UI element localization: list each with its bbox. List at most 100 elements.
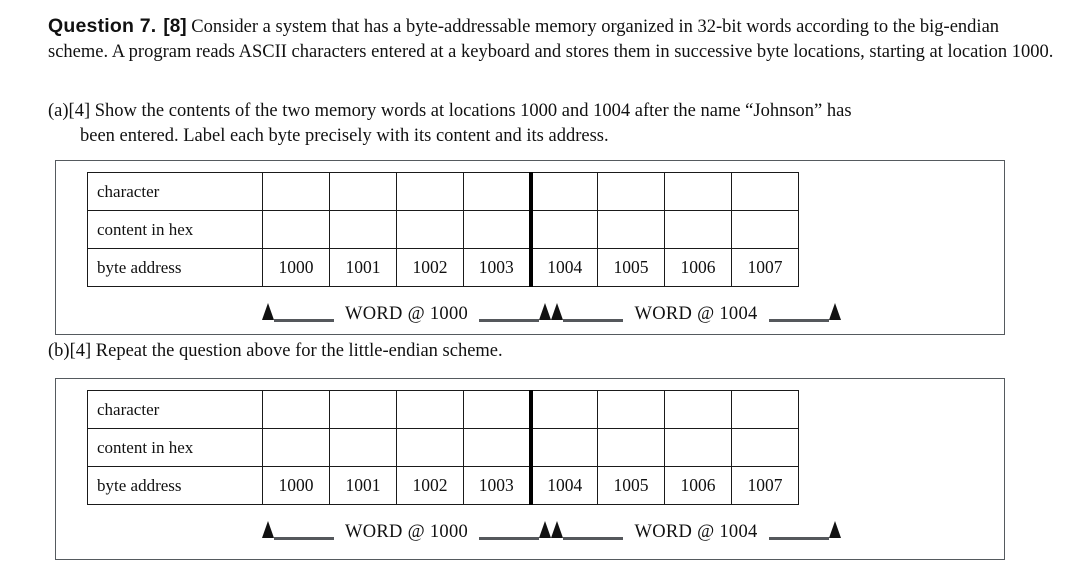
span-rule-right [768,536,830,540]
cell-character-4[interactable] [530,172,598,211]
span-rule-left [274,536,334,540]
arrow-up-icon [551,302,563,320]
word-label-1000: WORD @ 1000 [344,521,469,542]
span-rule-right [768,318,830,322]
cell-address-1: 1001 [329,248,397,287]
row-label-content-hex: content in hex [87,428,263,467]
cell-hex-4[interactable] [530,428,598,467]
row-label-character: character [87,172,263,211]
cell-address-5: 1005 [597,466,665,505]
word-annotation-strip-b: WORD @ 1000 WORD @ 1004 [87,516,857,548]
cell-address-0: 1000 [262,466,330,505]
word-span-1000-b: WORD @ 1000 [262,516,552,548]
part-a-text: Show the contents of the two memory word… [94,101,852,121]
arrow-up-icon [262,520,274,538]
part-b-prefix: (b)[4] [48,341,92,361]
cell-address-1: 1001 [329,466,397,505]
question-body: Consider a system that has a byte-addres… [48,17,1054,62]
word-annotation-strip-a: WORD @ 1000 WORD @ 1004 [87,298,857,330]
cell-hex-0[interactable] [262,428,330,467]
cell-address-7: 1007 [731,466,799,505]
cell-character-0[interactable] [262,390,330,429]
arrow-up-icon [539,520,552,538]
question-marks: [8] [163,16,187,37]
part-b-text: Repeat the question above for the little… [95,341,503,361]
question-prose: Question 7. [8] Consider a system that ha… [48,14,1063,65]
table-row-content-hex: content in hex [87,210,799,249]
cell-hex-6[interactable] [664,210,732,249]
cell-character-3[interactable] [463,172,533,211]
cell-character-1[interactable] [329,390,397,429]
span-rule-right [479,536,540,540]
span-rule-right [479,318,540,322]
cell-character-5[interactable] [597,390,665,429]
table-row-content-hex: content in hex [87,428,799,467]
table-row-character: character [87,172,799,211]
part-b: (b)[4] Repeat the question above for the… [48,339,1048,364]
row-label-content-hex: content in hex [87,210,263,249]
memory-table-a: character content in hex byte address 10… [87,172,799,287]
cell-character-2[interactable] [396,172,464,211]
cell-hex-0[interactable] [262,210,330,249]
cell-address-0: 1000 [262,248,330,287]
arrow-up-icon [539,302,552,320]
word-label-1004: WORD @ 1004 [634,303,758,324]
cell-character-7[interactable] [731,390,799,429]
cell-address-2: 1002 [396,248,464,287]
cell-hex-5[interactable] [597,210,665,249]
memory-table-b: character content in hex byte address 10… [87,390,799,505]
cell-hex-4[interactable] [530,210,598,249]
part-a: (a)[4] Show the contents of the two memo… [48,99,1048,149]
cell-character-0[interactable] [262,172,330,211]
cell-address-4: 1004 [530,248,598,287]
cell-character-6[interactable] [664,390,732,429]
cell-character-1[interactable] [329,172,397,211]
cell-hex-6[interactable] [664,428,732,467]
cell-character-2[interactable] [396,390,464,429]
span-rule-left [274,318,334,322]
arrow-up-icon [829,520,842,538]
cell-address-7: 1007 [731,248,799,287]
span-rule-left [563,318,624,322]
answer-panel-b: character content in hex byte address 10… [55,378,1005,560]
cell-hex-3[interactable] [463,210,533,249]
cell-hex-2[interactable] [396,210,464,249]
span-rule-left [563,536,624,540]
question-label: Question 7. [48,15,157,37]
word-label-1000: WORD @ 1000 [344,303,469,324]
row-label-character: character [87,390,263,429]
cell-address-6: 1006 [664,248,732,287]
cell-hex-5[interactable] [597,428,665,467]
cell-address-3: 1003 [463,248,533,287]
row-label-byte-address: byte address [87,248,263,287]
table-row-byte-address: byte address 1000 1001 1002 1003 1004 10… [87,466,799,505]
cell-hex-3[interactable] [463,428,533,467]
answer-panel-a: character content in hex byte address 10… [55,160,1005,335]
cell-hex-7[interactable] [731,210,799,249]
cell-address-5: 1005 [597,248,665,287]
cell-hex-7[interactable] [731,428,799,467]
cell-character-6[interactable] [664,172,732,211]
part-a-text-continued: been entered. Label each byte precisely … [80,126,609,146]
arrow-up-icon [829,302,842,320]
cell-character-5[interactable] [597,172,665,211]
word-label-1004: WORD @ 1004 [634,521,758,542]
word-span-1004-a: WORD @ 1004 [551,298,842,330]
cell-address-6: 1006 [664,466,732,505]
arrow-up-icon [262,302,274,320]
cell-character-4[interactable] [530,390,598,429]
cell-hex-2[interactable] [396,428,464,467]
row-label-byte-address: byte address [87,466,263,505]
word-span-1004-b: WORD @ 1004 [551,516,842,548]
cell-address-3: 1003 [463,466,533,505]
table-row-byte-address: byte address 1000 1001 1002 1003 1004 10… [87,248,799,287]
cell-address-2: 1002 [396,466,464,505]
word-span-1000-a: WORD @ 1000 [262,298,552,330]
arrow-up-icon [551,520,563,538]
cell-character-7[interactable] [731,172,799,211]
cell-hex-1[interactable] [329,210,397,249]
table-row-character: character [87,390,799,429]
cell-hex-1[interactable] [329,428,397,467]
cell-address-4: 1004 [530,466,598,505]
cell-character-3[interactable] [463,390,533,429]
